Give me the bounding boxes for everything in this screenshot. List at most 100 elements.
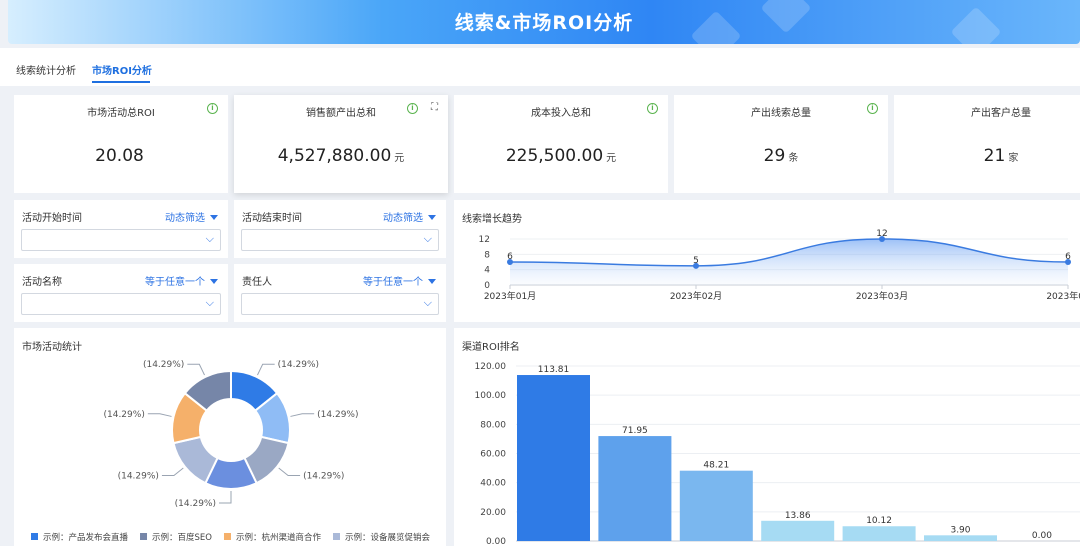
y-tick-label: 80.00 xyxy=(480,420,506,430)
bar-value-label: 48.21 xyxy=(703,461,729,471)
legend-label: 示例：百度SEO xyxy=(152,532,212,543)
kpi-value: 29 条 xyxy=(674,146,888,166)
kpi-number: 21 xyxy=(983,146,1006,166)
filter-select[interactable]: ⌵ xyxy=(21,229,221,251)
slice-label: (14.29%) xyxy=(103,410,144,420)
filter-mode-dropdown[interactable]: 等于任意一个 xyxy=(145,273,218,288)
data-label: 6 xyxy=(1065,252,1071,262)
expand-icon[interactable]: ⛶ xyxy=(431,102,438,113)
caret-down-icon xyxy=(428,215,436,220)
lead-trend-chart: 0 4 8 12 6 2023年01月 5 2023年02月 12 2023年03月 6 2023年0… xyxy=(479,229,1080,302)
bar xyxy=(842,526,916,541)
kpi-card-total-roi: 市场活动总ROI i 20.08 xyxy=(14,95,228,193)
info-icon[interactable]: i xyxy=(647,103,658,114)
filter-mode-dropdown[interactable]: 动态筛选 xyxy=(165,209,218,224)
filter-mode-label: 动态筛选 xyxy=(383,213,423,224)
bar xyxy=(679,470,753,541)
y-tick-label: 0 xyxy=(484,281,490,291)
legend-label: 示例：产品发布会直播 xyxy=(43,532,129,543)
legend-swatch xyxy=(333,533,340,540)
filter-end-time: 活动结束时间 动态筛选 ⌵ xyxy=(234,200,446,258)
info-icon[interactable]: i xyxy=(407,103,418,114)
kpi-unit: 元 xyxy=(394,153,405,164)
chevron-down-icon: ⌵ xyxy=(423,232,432,245)
info-icon[interactable]: i xyxy=(207,103,218,114)
kpi-unit: 条 xyxy=(788,153,799,164)
tab-bar: 线索统计分析 市场ROI分析 xyxy=(0,48,1080,86)
x-tick-label: 2023年04 xyxy=(1046,290,1080,302)
activity-stats-panel: 市场活动统计 (14.29%) (14.29%) (14.29%) (14.29%)(… xyxy=(14,328,446,546)
slice-leader-line xyxy=(290,413,315,417)
filter-label: 活动名称 xyxy=(22,277,62,288)
info-icon[interactable]: i xyxy=(867,103,878,114)
chevron-down-icon: ⌵ xyxy=(423,296,432,309)
caret-down-icon xyxy=(428,279,436,284)
x-tick-label: 2023年03月 xyxy=(856,290,908,302)
slice-label: (14.29%) xyxy=(317,410,358,420)
tab-market-roi[interactable]: 市场ROI分析 xyxy=(92,62,152,77)
kpi-number: 4,527,880.00 xyxy=(277,146,392,166)
page-header-banner: 线索&市场ROI分析 xyxy=(8,0,1080,44)
legend-swatch xyxy=(140,533,148,540)
kpi-label: 产出客户总量 xyxy=(971,108,1031,119)
filter-select[interactable]: ⌵ xyxy=(241,293,439,315)
bar xyxy=(598,436,672,541)
kpi-value: 21 家 xyxy=(894,146,1080,166)
y-tick-label: 100.00 xyxy=(475,391,507,401)
y-tick-label: 40.00 xyxy=(480,479,506,489)
y-tick-label: 8 xyxy=(484,250,490,260)
data-label: 12 xyxy=(876,229,887,239)
x-tick-label: 2023年01月 xyxy=(484,290,536,302)
filter-select[interactable]: ⌵ xyxy=(21,293,221,315)
x-tick-label: 2023年02月 xyxy=(670,290,722,302)
data-label: 6 xyxy=(507,252,513,262)
page-title: 线索&市场ROI分析 xyxy=(454,12,634,34)
tab-lead-stats[interactable]: 线索统计分析 xyxy=(16,62,76,77)
bar-value-label: 113.81 xyxy=(538,365,570,375)
filter-start-time: 活动开始时间 动态筛选 ⌵ xyxy=(14,200,228,258)
filter-activity-name: 活动名称 等于任意一个 ⌵ xyxy=(14,264,228,322)
bar xyxy=(924,535,997,541)
kpi-number: 20.08 xyxy=(95,146,144,166)
bar-value-label: 10.12 xyxy=(866,516,892,526)
filter-owner: 责任人 等于任意一个 ⌵ xyxy=(234,264,446,322)
filter-label: 责任人 xyxy=(242,277,272,288)
kpi-card-sales-output: 销售额产出总和 i ⛶ 4,527,880.00 元 xyxy=(234,95,448,193)
channel-roi-bar-chart: 0.00 20.00 40.00 60.00 80.00 100.00 120.00 113.… xyxy=(475,362,1080,546)
slice-leader-line xyxy=(187,363,205,376)
kpi-label: 市场活动总ROI xyxy=(87,108,155,119)
kpi-value: 4,527,880.00 元 xyxy=(234,146,448,166)
kpi-value: 225,500.00 元 xyxy=(454,146,668,166)
bar-value-label: 3.90 xyxy=(950,525,970,535)
kpi-card-lead-total: 产出线索总量 i 29 条 xyxy=(674,95,888,193)
y-tick-label: 0.00 xyxy=(486,537,506,546)
filter-label: 活动结束时间 xyxy=(242,213,302,224)
filter-mode-dropdown[interactable]: 动态筛选 xyxy=(383,209,436,224)
caret-down-icon xyxy=(210,279,218,284)
filter-label: 活动开始时间 xyxy=(22,213,82,224)
slice-label: (14.29%) xyxy=(303,472,344,482)
slice-label: (14.29%) xyxy=(278,360,319,370)
y-tick-label: 120.00 xyxy=(475,362,507,372)
chevron-down-icon: ⌵ xyxy=(205,296,214,309)
slice-leader-line xyxy=(257,363,275,376)
bar xyxy=(517,375,590,541)
filter-mode-dropdown[interactable]: 等于任意一个 xyxy=(363,273,436,288)
y-tick-label: 4 xyxy=(484,266,490,276)
kpi-number: 29 xyxy=(763,146,786,166)
slice-leader-line xyxy=(147,413,172,417)
channel-roi-panel: 渠道ROI排名 0.00 20.00 40.00 60.00 80.00 100.00 12… xyxy=(454,328,1080,546)
lead-trend-panel: 线索增长趋势 0 4 8 12 6 2023年01月 5 2023年02月 12 2023年03月… xyxy=(454,200,1080,322)
bar-value-label: 13.86 xyxy=(785,511,811,521)
slice-label: (14.29%) xyxy=(143,360,184,370)
legend-swatch xyxy=(223,533,231,540)
legend-label: 示例：设备展览促销会 xyxy=(345,532,431,543)
filter-select[interactable]: ⌵ xyxy=(241,229,439,251)
legend-label: 示例：杭州渠道商合作 xyxy=(236,532,322,543)
bar xyxy=(761,520,835,541)
slice-leader-line xyxy=(219,491,232,504)
filter-mode-label: 等于任意一个 xyxy=(363,277,423,288)
filter-mode-label: 等于任意一个 xyxy=(145,277,205,288)
slice-label: (14.29%) xyxy=(118,472,159,482)
slice-leader-line xyxy=(278,467,301,477)
